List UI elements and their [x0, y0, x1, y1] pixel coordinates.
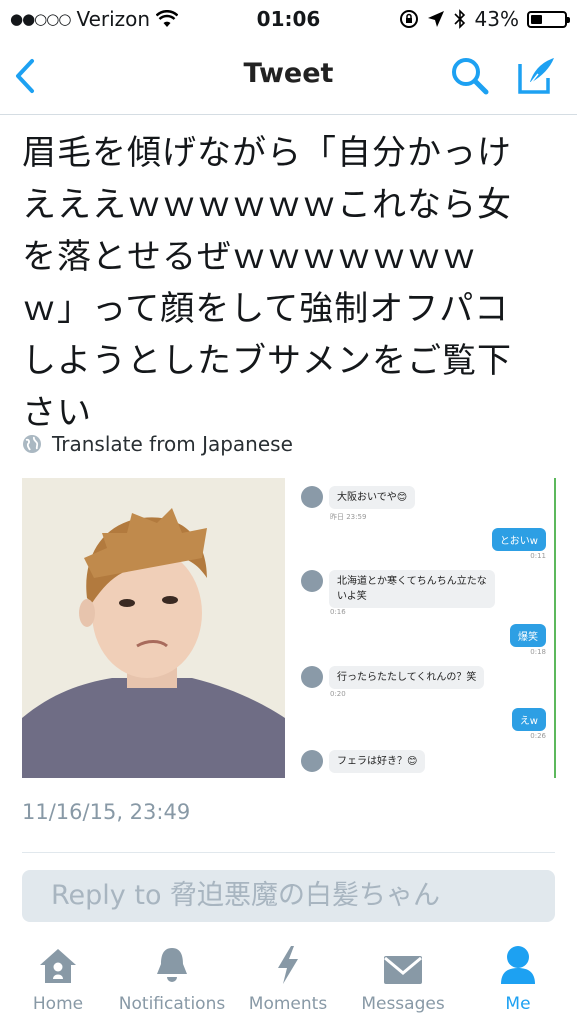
divider: [22, 852, 555, 853]
chat-bubble: フェラは好き？😊: [329, 750, 426, 773]
tab-me[interactable]: Me: [490, 942, 546, 1014]
tweet-line: 眉毛を傾げながら「自分かっけ: [22, 133, 512, 173]
bell-icon: [157, 948, 187, 982]
chat-timestamp: 0:20: [330, 690, 346, 698]
chat-timestamp: 0:11: [530, 552, 546, 560]
tweet-media: 大阪おいでや😊 昨日 23:59 とおいw 0:11 北海道とか寒くてちんちん立…: [22, 478, 556, 778]
chat-bubble-out: えw: [511, 708, 546, 731]
home-icon: [40, 949, 76, 983]
reply-input[interactable]: Reply to 脅迫悪魔の白髪ちゃん: [22, 870, 555, 922]
tab-label: Me: [505, 994, 531, 1014]
battery-icon: [527, 10, 570, 28]
tweet-line: えええｗｗｗｗｗｗこれなら女: [22, 185, 512, 225]
status-indicators: 43%: [399, 7, 570, 31]
lightning-icon: [278, 946, 298, 984]
tweet-timestamp: 11/16/15, 23:49: [22, 800, 191, 824]
tab-label: Notifications: [118, 994, 226, 1014]
chat-timestamp: 昨日 23:59: [330, 513, 367, 521]
battery-percent: 43%: [474, 7, 519, 31]
chat-message-in: 大阪おいでや😊: [301, 486, 416, 509]
translate-label: Translate from Japanese: [52, 432, 293, 456]
chat-bubble: 北海道とか寒くてちんちん立たないよ笑: [329, 570, 495, 608]
chat-bubble-out: とおいw: [491, 528, 546, 551]
tab-moments[interactable]: Moments: [244, 942, 332, 1014]
chat-screenshot[interactable]: 大阪おいでや😊 昨日 23:59 とおいw 0:11 北海道とか寒くてちんちん立…: [293, 478, 556, 778]
profile-photo[interactable]: [22, 478, 285, 778]
nav-bar: Tweet: [0, 38, 577, 115]
tab-label: Home: [32, 994, 84, 1014]
avatar: [301, 750, 323, 772]
chat-message-in: フェラは好き？😊: [301, 750, 426, 773]
search-icon[interactable]: [450, 56, 490, 96]
tweet-line: を落とせるぜｗｗｗｗｗｗｗ: [22, 237, 477, 277]
envelope-icon: [384, 956, 422, 984]
tweet-text: 眉毛を傾げながら「自分かっけ えええｗｗｗｗｗｗこれなら女 を落とせるぜｗｗｗｗ…: [22, 127, 562, 439]
location-icon: [427, 11, 444, 27]
chat-timestamp: 0:16: [330, 608, 346, 616]
avatar: [301, 570, 323, 592]
tweet-line: ｗ」って顔をして強制オフパコ: [22, 289, 510, 329]
tab-label: Moments: [248, 994, 328, 1014]
globe-icon: [23, 435, 41, 453]
chat-message-in: 北海道とか寒くてちんちん立たないよ笑: [301, 570, 495, 608]
status-bar: ●●○○○ Verizon 01:06 43%: [0, 0, 577, 38]
translate-link[interactable]: Translate from Japanese: [22, 432, 293, 456]
tab-notifications[interactable]: Notifications: [112, 942, 232, 1014]
rotation-lock-icon: [399, 10, 418, 28]
tweet-line: しようとしたブサメンをご覧下: [22, 341, 512, 381]
chat-bubble: 行ったらたたしてくれんの？笑: [329, 666, 485, 689]
chat-bubble: 大阪おいでや😊: [329, 486, 416, 509]
page-title: Tweet: [243, 58, 334, 89]
reply-placeholder: Reply to 脅迫悪魔の白髪ちゃん: [51, 880, 441, 911]
chat-timestamp: 0:26: [530, 732, 546, 740]
tab-messages[interactable]: Messages: [354, 942, 452, 1014]
avatar: [301, 666, 323, 688]
compose-icon[interactable]: [516, 56, 556, 96]
chat-timestamp: 0:18: [530, 648, 546, 656]
bluetooth-icon: [453, 9, 465, 29]
chat-bubble-out: 爆笑: [510, 624, 546, 647]
chat-message-in: 行ったらたたしてくれんの？笑: [301, 666, 485, 689]
person-icon: [501, 946, 535, 984]
avatar: [301, 486, 323, 508]
tab-home[interactable]: Home: [20, 942, 96, 1014]
tab-label: Messages: [361, 994, 445, 1014]
tab-bar: Home Notifications Moments Messages Me: [0, 942, 577, 1024]
